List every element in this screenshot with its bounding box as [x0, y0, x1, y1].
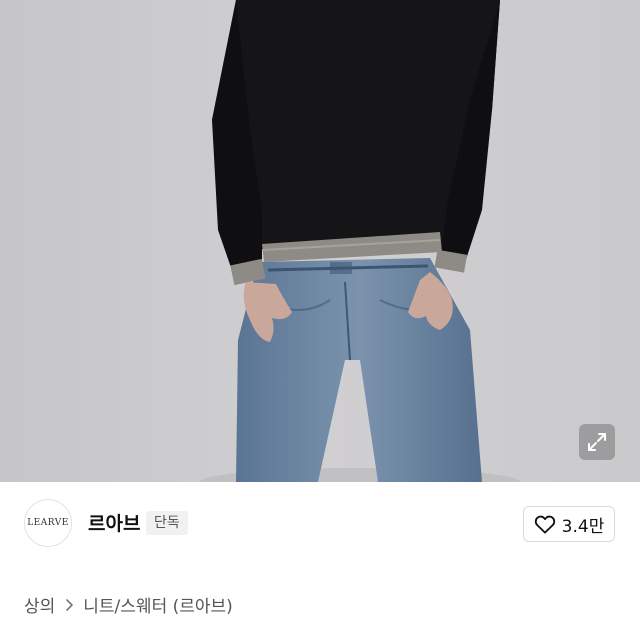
product-photo-illustration: [0, 0, 640, 482]
expand-image-button[interactable]: [579, 424, 615, 460]
product-page: LEARVE 르아브 단독 3.4만 상의 니트/스웨터 (르아브): [0, 0, 640, 640]
product-image[interactable]: [0, 0, 640, 482]
expand-icon: [588, 433, 606, 451]
brand-logo[interactable]: LEARVE: [24, 499, 72, 547]
like-count: 3.4만: [561, 516, 605, 537]
brand-row: LEARVE 르아브 단독 3.4만: [0, 482, 640, 566]
exclusive-badge: 단독: [146, 511, 188, 535]
heart-icon: [534, 515, 555, 534]
breadcrumb-subcategory[interactable]: 니트/스웨터 (르아브): [83, 592, 233, 617]
breadcrumb: 상의 니트/스웨터 (르아브): [24, 592, 233, 617]
chevron-right-icon: [66, 598, 74, 611]
brand-name[interactable]: 르아브: [88, 509, 140, 536]
brand-logo-text: LEARVE: [27, 518, 69, 528]
breadcrumb-category[interactable]: 상의: [24, 592, 55, 617]
like-button[interactable]: 3.4만: [523, 506, 615, 542]
